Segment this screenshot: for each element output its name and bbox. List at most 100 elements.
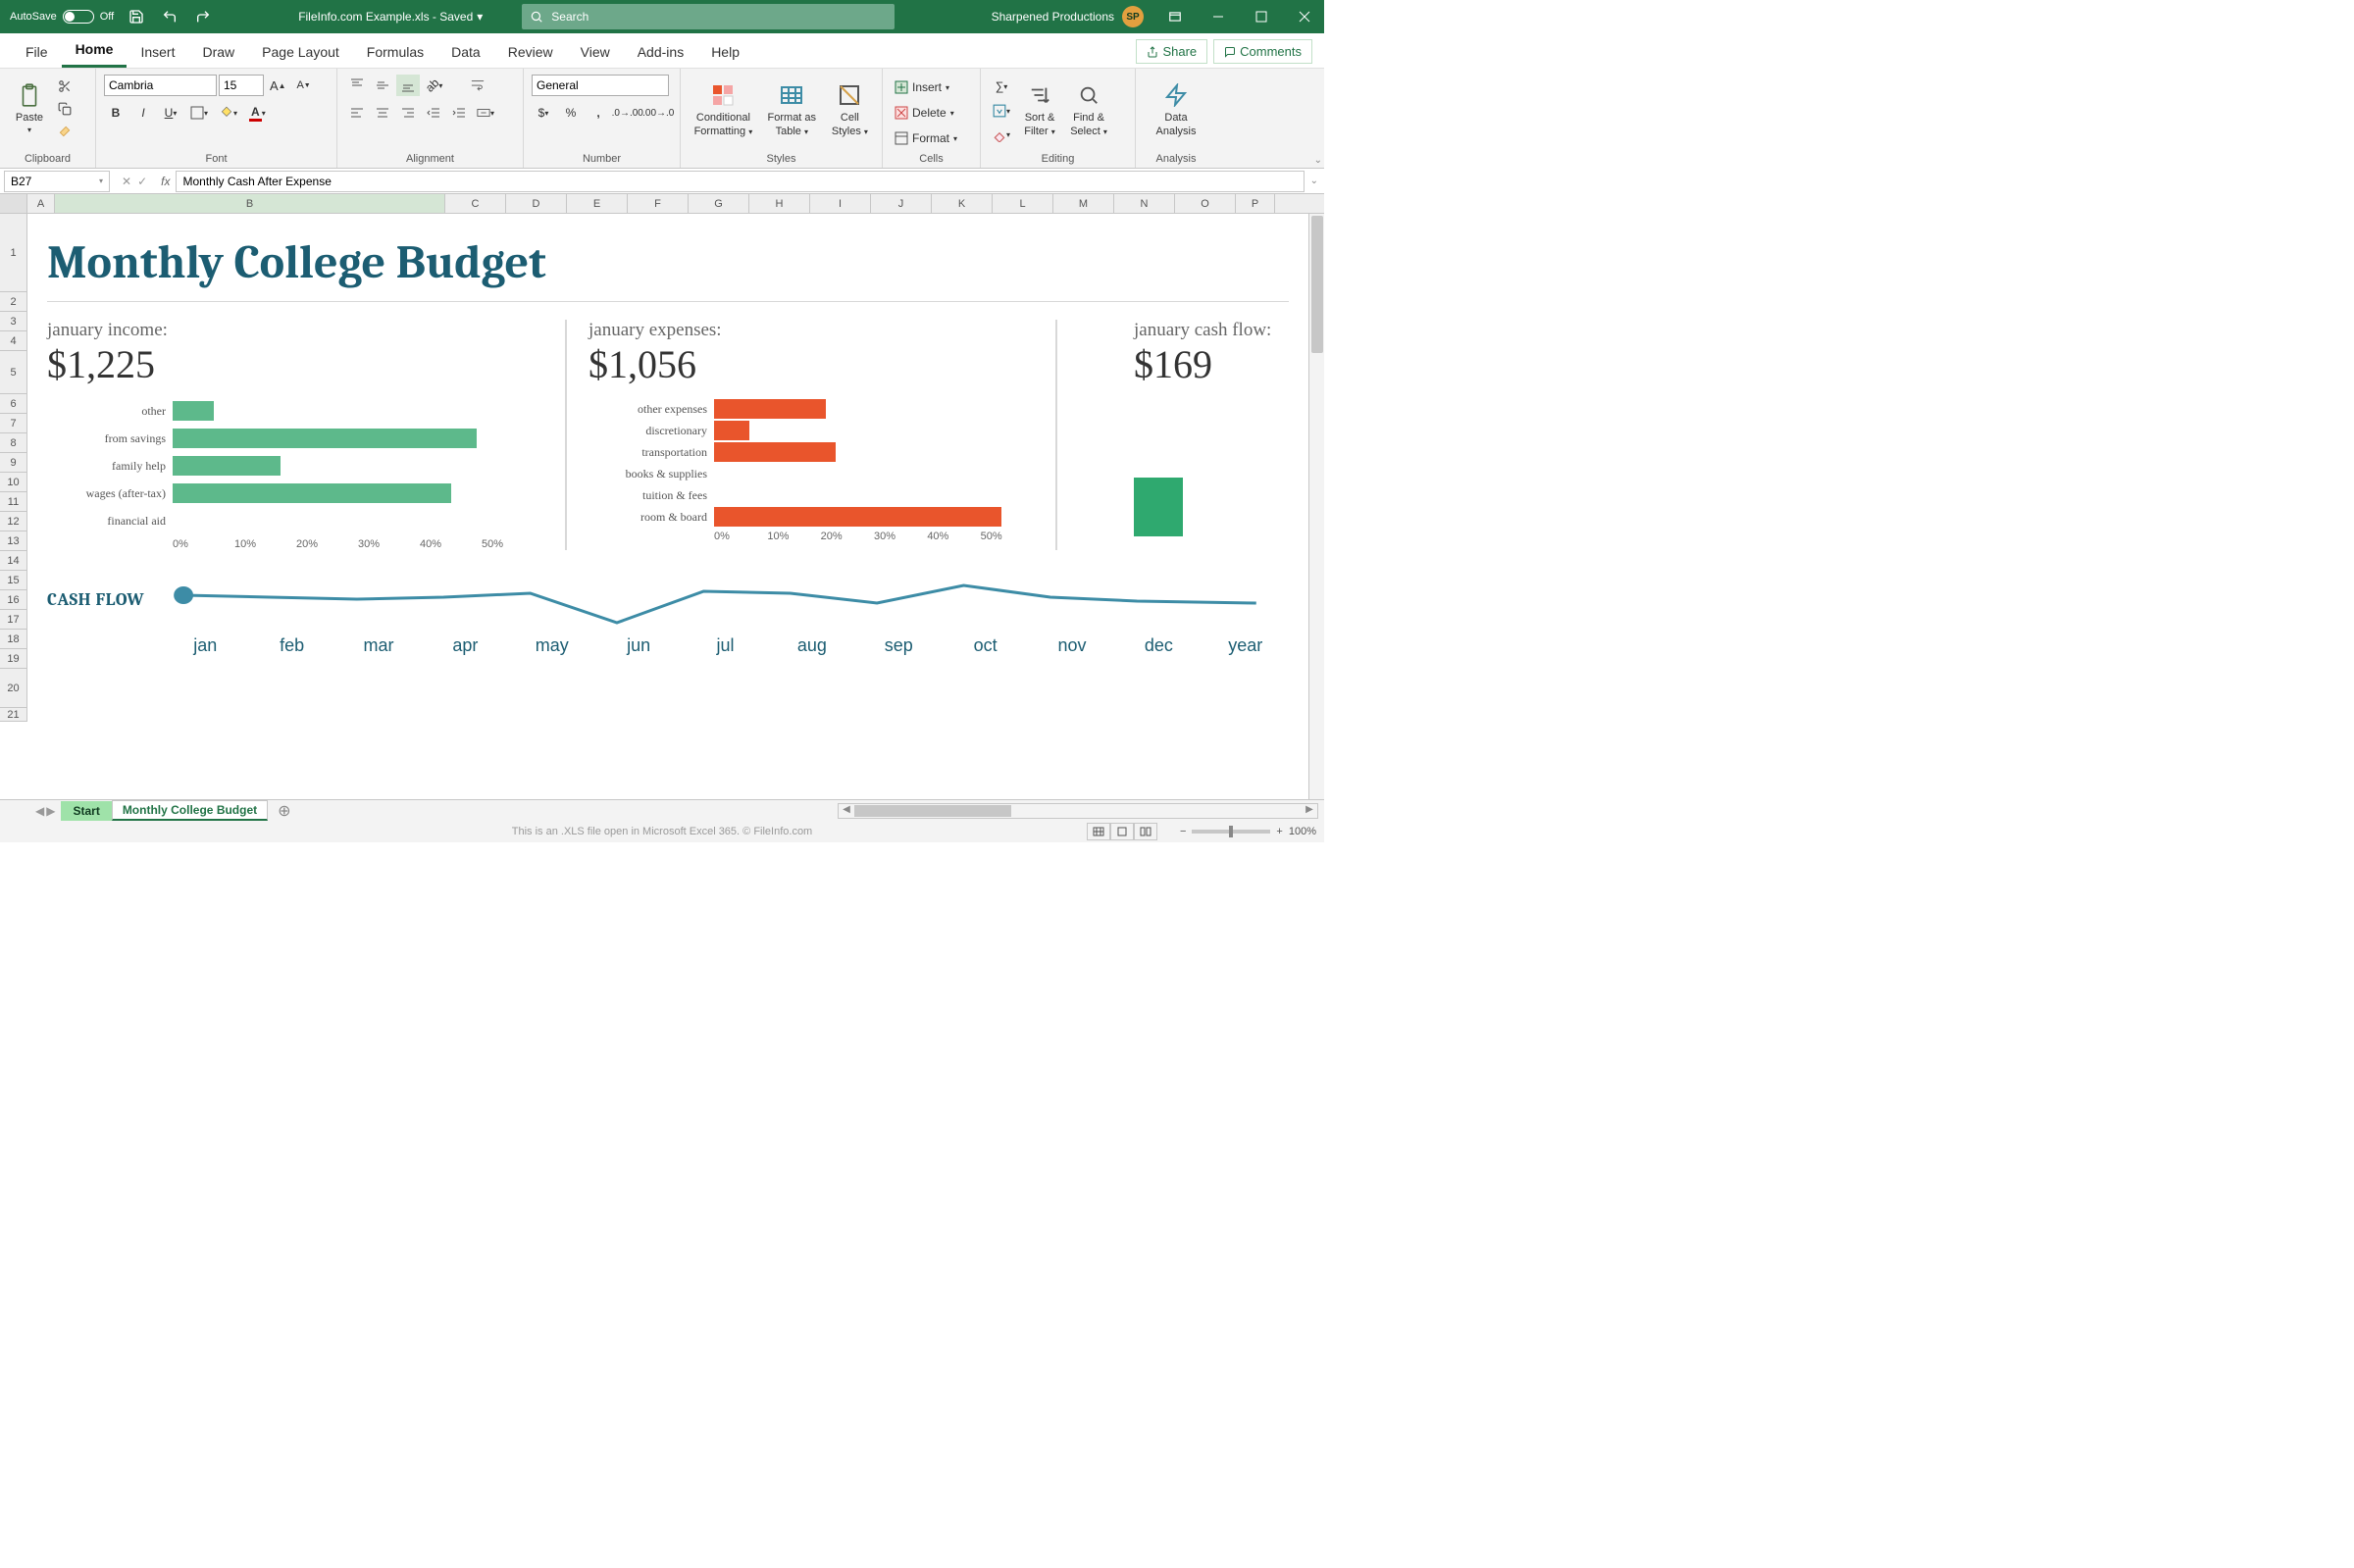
zoom-in-button[interactable]: + <box>1276 826 1282 837</box>
sheet-nav-next[interactable]: ▶ <box>46 804 55 818</box>
insert-cells-button[interactable]: Insert ▾ <box>891 76 972 98</box>
document-title[interactable]: FileInfo.com Example.xls - Saved ▾ <box>298 10 483 24</box>
format-cells-button[interactable]: Format ▾ <box>891 127 972 149</box>
align-right-button[interactable] <box>396 102 420 124</box>
cell-styles-button[interactable]: Cell Styles ▾ <box>826 73 874 145</box>
row-2[interactable]: 2 <box>0 292 27 312</box>
indent-decrease-button[interactable] <box>422 102 445 124</box>
tab-addins[interactable]: Add-ins <box>624 36 697 68</box>
format-painter-button[interactable] <box>53 123 77 141</box>
user-account[interactable]: Sharpened Productions SP <box>984 6 1151 27</box>
row-6[interactable]: 6 <box>0 394 27 414</box>
align-middle-button[interactable] <box>371 75 394 96</box>
tab-file[interactable]: File <box>12 36 62 68</box>
row-13[interactable]: 13 <box>0 531 27 551</box>
row-16[interactable]: 16 <box>0 590 27 610</box>
cancel-formula-icon[interactable]: ✕ <box>122 175 131 188</box>
zoom-out-button[interactable]: − <box>1180 826 1186 837</box>
font-color-button[interactable]: A▾ <box>245 102 270 124</box>
bold-button[interactable]: B <box>104 102 128 124</box>
increase-decimal-button[interactable]: .0→.00 <box>614 102 641 124</box>
sheet-tab-budget[interactable]: Monthly College Budget <box>112 800 268 821</box>
accounting-button[interactable]: $ ▾ <box>532 102 555 124</box>
tab-data[interactable]: Data <box>437 36 494 68</box>
col-P[interactable]: P <box>1236 194 1275 213</box>
number-format-select[interactable] <box>532 75 669 96</box>
accept-formula-icon[interactable]: ✓ <box>137 175 147 188</box>
sheet-tab-start[interactable]: Start <box>61 801 111 821</box>
align-left-button[interactable] <box>345 102 369 124</box>
shrink-font-button[interactable]: A▼ <box>292 75 316 96</box>
expand-formula-icon[interactable]: ⌄ <box>1305 176 1324 186</box>
border-button[interactable]: ▾ <box>186 102 212 124</box>
col-L[interactable]: L <box>993 194 1053 213</box>
autosum-button[interactable]: ∑ ▾ <box>989 76 1014 97</box>
col-C[interactable]: C <box>445 194 506 213</box>
tab-draw[interactable]: Draw <box>188 36 248 68</box>
row-11[interactable]: 11 <box>0 492 27 512</box>
row-15[interactable]: 15 <box>0 571 27 590</box>
save-icon[interactable] <box>120 0 153 33</box>
row-9[interactable]: 9 <box>0 453 27 473</box>
indent-increase-button[interactable] <box>447 102 471 124</box>
row-8[interactable]: 8 <box>0 433 27 453</box>
undo-icon[interactable] <box>153 0 186 33</box>
percent-button[interactable]: % <box>559 102 583 124</box>
decrease-decimal-button[interactable]: .00→.0 <box>645 102 673 124</box>
col-E[interactable]: E <box>567 194 628 213</box>
maximize-icon[interactable] <box>1242 0 1281 33</box>
row-1[interactable]: 1 <box>0 214 27 292</box>
name-box[interactable]: B27▾ <box>4 171 110 192</box>
paste-button[interactable]: Paste ▾ <box>8 73 51 141</box>
comma-button[interactable]: , <box>587 102 610 124</box>
tab-formulas[interactable]: Formulas <box>353 36 437 68</box>
tab-help[interactable]: Help <box>697 36 753 68</box>
tab-insert[interactable]: Insert <box>127 36 188 68</box>
fx-icon[interactable]: fx <box>155 175 176 188</box>
col-B[interactable]: B <box>55 194 445 213</box>
col-F[interactable]: F <box>628 194 689 213</box>
autosave-toggle[interactable]: AutoSave Off <box>4 10 120 24</box>
underline-button[interactable]: U ▾ <box>159 102 182 124</box>
row-20[interactable]: 20 <box>0 669 27 708</box>
sort-filter-button[interactable]: Sort & Filter ▾ <box>1016 73 1063 145</box>
clear-button[interactable]: ▾ <box>989 125 1014 145</box>
tab-review[interactable]: Review <box>494 36 567 68</box>
col-G[interactable]: G <box>689 194 749 213</box>
row-21[interactable]: 21 <box>0 708 27 722</box>
view-page-break-button[interactable] <box>1134 823 1157 840</box>
row-19[interactable]: 19 <box>0 649 27 669</box>
formula-input[interactable]: Monthly Cash After Expense <box>176 171 1304 192</box>
zoom-level[interactable]: 100% <box>1289 826 1316 837</box>
row-5[interactable]: 5 <box>0 351 27 394</box>
col-M[interactable]: M <box>1053 194 1114 213</box>
grow-font-button[interactable]: A▲ <box>266 75 290 96</box>
zoom-slider[interactable] <box>1192 830 1270 834</box>
row-7[interactable]: 7 <box>0 414 27 433</box>
search-input[interactable]: Search <box>522 4 895 29</box>
font-name-select[interactable] <box>104 75 217 96</box>
delete-cells-button[interactable]: Delete ▾ <box>891 102 972 124</box>
tab-page-layout[interactable]: Page Layout <box>248 36 353 68</box>
col-I[interactable]: I <box>810 194 871 213</box>
wrap-text-button[interactable] <box>466 75 489 96</box>
select-all-cell[interactable] <box>0 194 27 213</box>
row-10[interactable]: 10 <box>0 473 27 492</box>
col-O[interactable]: O <box>1175 194 1236 213</box>
fill-button[interactable]: ▾ <box>989 101 1014 122</box>
col-N[interactable]: N <box>1114 194 1175 213</box>
cut-button[interactable] <box>53 76 77 95</box>
row-12[interactable]: 12 <box>0 512 27 531</box>
ribbon-mode-icon[interactable] <box>1155 0 1195 33</box>
comments-button[interactable]: Comments <box>1213 39 1312 64</box>
align-center-button[interactable] <box>371 102 394 124</box>
row-14[interactable]: 14 <box>0 551 27 571</box>
row-3[interactable]: 3 <box>0 312 27 331</box>
data-analysis-button[interactable]: Data Analysis <box>1144 73 1208 145</box>
sheet-nav-prev[interactable]: ◀ <box>35 804 44 818</box>
horizontal-scrollbar[interactable]: ◀▶ <box>838 803 1318 819</box>
tab-home[interactable]: Home <box>62 33 128 68</box>
col-K[interactable]: K <box>932 194 993 213</box>
view-page-layout-button[interactable] <box>1110 823 1134 840</box>
col-J[interactable]: J <box>871 194 932 213</box>
